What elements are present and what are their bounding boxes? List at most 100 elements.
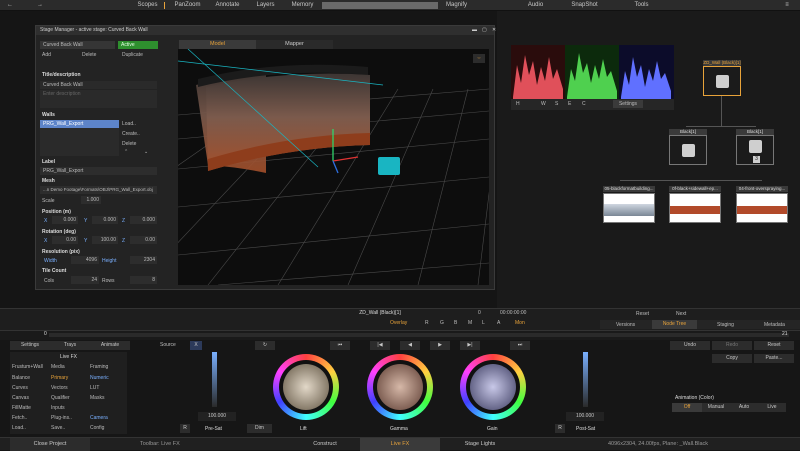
scope-c-button[interactable]: C xyxy=(582,101,586,107)
channel-g[interactable]: G xyxy=(440,320,444,326)
label-field[interactable]: PRG_Wall_Export xyxy=(40,167,157,175)
stage-lights-tab[interactable]: Stage Lights xyxy=(445,438,515,451)
width-field[interactable]: 4096 xyxy=(71,256,99,264)
node-top[interactable] xyxy=(703,66,741,96)
next-button[interactable]: Next xyxy=(676,311,686,317)
description-field[interactable]: Enter description xyxy=(40,90,157,108)
snapshot-menu[interactable]: SnapShot xyxy=(562,0,607,11)
gain-wheel[interactable] xyxy=(460,354,526,420)
loop-icon[interactable]: ↻ xyxy=(255,341,275,350)
anim-off[interactable]: Off xyxy=(672,403,702,412)
reset-color-button[interactable]: Reset xyxy=(754,341,794,350)
add-button[interactable]: Add xyxy=(42,52,51,58)
construct-tab[interactable]: Construct xyxy=(295,438,355,451)
scope-h-button[interactable]: H xyxy=(516,101,520,107)
post-sat-value[interactable]: 100.000 xyxy=(566,412,604,421)
node-mid2[interactable]: 3 xyxy=(736,135,774,165)
settings-tab[interactable]: Settings xyxy=(10,341,50,350)
animate-tab[interactable]: Animate xyxy=(90,341,130,350)
reset-button[interactable]: Reset xyxy=(636,311,649,317)
minimize-icon[interactable]: ▬ xyxy=(468,26,477,35)
close-project-button[interactable]: Close Project xyxy=(10,438,90,451)
magnify-menu[interactable]: Magnify xyxy=(434,0,479,11)
height-field[interactable]: 2304 xyxy=(130,256,157,264)
node-bottom1[interactable] xyxy=(603,193,655,223)
rows-field[interactable]: 8 xyxy=(130,276,157,284)
hamburger-menu-icon[interactable]: ≡ xyxy=(780,0,794,11)
channel-m[interactable]: M xyxy=(468,320,472,326)
active-toggle[interactable]: Active xyxy=(118,41,158,49)
wall-item[interactable]: PRG_Wall_Export xyxy=(40,120,119,128)
pos-z-field[interactable]: 0.000 xyxy=(130,216,157,224)
go-end-icon[interactable]: ⏭ xyxy=(510,341,530,350)
node-bottom2[interactable] xyxy=(669,193,721,223)
overlay-toggle[interactable]: Overlay xyxy=(390,320,407,326)
move-up-icon[interactable]: ⌃ xyxy=(124,149,128,155)
load-wall-button[interactable]: Load.. xyxy=(122,121,136,127)
lift-wheel[interactable] xyxy=(273,354,339,420)
stage-select[interactable]: Curved Back Wall xyxy=(40,41,115,49)
restore-icon[interactable]: ▢ xyxy=(478,26,487,35)
tab-metadata[interactable]: Metadata xyxy=(764,322,785,328)
channel-a[interactable]: A xyxy=(497,320,500,326)
gamma-wheel[interactable] xyxy=(367,354,433,420)
node-bottom3[interactable] xyxy=(736,193,788,223)
channel-r[interactable]: R xyxy=(425,320,429,326)
menu-config[interactable]: Config xyxy=(88,424,127,432)
rot-z-field[interactable]: 0.00 xyxy=(130,236,157,244)
rot-x-field[interactable]: 0.00 xyxy=(52,236,78,244)
create-wall-button[interactable]: Create.. xyxy=(122,131,140,137)
3d-viewport[interactable]: ⇔ xyxy=(178,49,489,285)
menu-canvas[interactable]: Canvas xyxy=(10,394,49,402)
memory-menu[interactable]: Memory xyxy=(280,0,325,11)
pos-y-field[interactable]: 0.000 xyxy=(92,216,118,224)
go-start-icon[interactable]: ⏮ xyxy=(330,341,350,350)
menu-primary[interactable]: Primary xyxy=(49,374,88,382)
delete-wall-button[interactable]: Delete xyxy=(122,141,136,147)
menu-framing[interactable]: Framing xyxy=(88,363,127,371)
pos-x-field[interactable]: 0.000 xyxy=(52,216,78,224)
pre-sat-reset[interactable]: R xyxy=(180,424,190,433)
menu-inputs[interactable]: Inputs xyxy=(49,404,88,412)
mesh-path-field[interactable]: ...n Demo Footage\Formats\OBJ\PRG_Wall_E… xyxy=(40,186,157,194)
paste-button[interactable]: Paste... xyxy=(754,354,794,363)
timeline-track[interactable] xyxy=(49,333,789,337)
menu-fetch[interactable]: Fetch.. xyxy=(10,414,49,422)
channel-l[interactable]: L xyxy=(482,320,485,326)
step-forward-icon[interactable]: ▶| xyxy=(460,341,480,350)
tab-model[interactable]: Model xyxy=(179,40,256,49)
move-down-icon[interactable]: ⌄ xyxy=(144,149,148,155)
scale-field[interactable]: 1.000 xyxy=(81,196,101,204)
menu-save[interactable]: Save.. xyxy=(49,424,88,432)
anim-live[interactable]: Live xyxy=(758,403,786,412)
tab-versions[interactable]: Versions xyxy=(616,322,635,328)
anim-auto[interactable]: Auto xyxy=(730,403,758,412)
tab-node-tree[interactable]: Node Tree xyxy=(652,320,697,329)
scope-settings-button[interactable]: Settings xyxy=(613,100,643,108)
tools-menu[interactable]: Tools xyxy=(619,0,664,11)
trays-tab[interactable]: Trays xyxy=(50,341,90,350)
mon-toggle[interactable]: Mon xyxy=(515,320,525,326)
redo-button[interactable]: Redo xyxy=(712,341,752,350)
pre-sat-value[interactable]: 100.000 xyxy=(198,412,236,421)
menu-lut[interactable]: LUT xyxy=(88,384,127,392)
source-clear-icon[interactable]: X xyxy=(190,341,202,350)
title-field[interactable]: Curved Back Wall xyxy=(40,81,157,89)
undo-button[interactable]: Undo xyxy=(670,341,710,350)
scope-e-button[interactable]: E xyxy=(568,101,571,107)
menu-load[interactable]: Load.. xyxy=(10,424,49,432)
viewport-swap-icon[interactable]: ⇔ xyxy=(473,54,485,63)
rot-y-field[interactable]: 100.00 xyxy=(92,236,118,244)
menu-vectors[interactable]: Vectors xyxy=(49,384,88,392)
play-icon[interactable]: ▶ xyxy=(430,341,450,350)
tab-staging[interactable]: Staging xyxy=(717,322,734,328)
live-fx-tab[interactable]: Live FX xyxy=(360,438,440,451)
menu-camera[interactable]: Camera xyxy=(88,414,127,422)
cols-field[interactable]: 24 xyxy=(71,276,99,284)
dim-button[interactable]: Dim xyxy=(247,424,272,433)
menu-plugins[interactable]: Plug-ins.. xyxy=(49,414,88,422)
post-sat-slider[interactable] xyxy=(583,352,588,407)
menu-numeric[interactable]: Numeric xyxy=(88,374,127,382)
delete-stage-button[interactable]: Delete xyxy=(82,52,96,58)
menu-fillmatte[interactable]: FillMatte xyxy=(10,404,49,412)
